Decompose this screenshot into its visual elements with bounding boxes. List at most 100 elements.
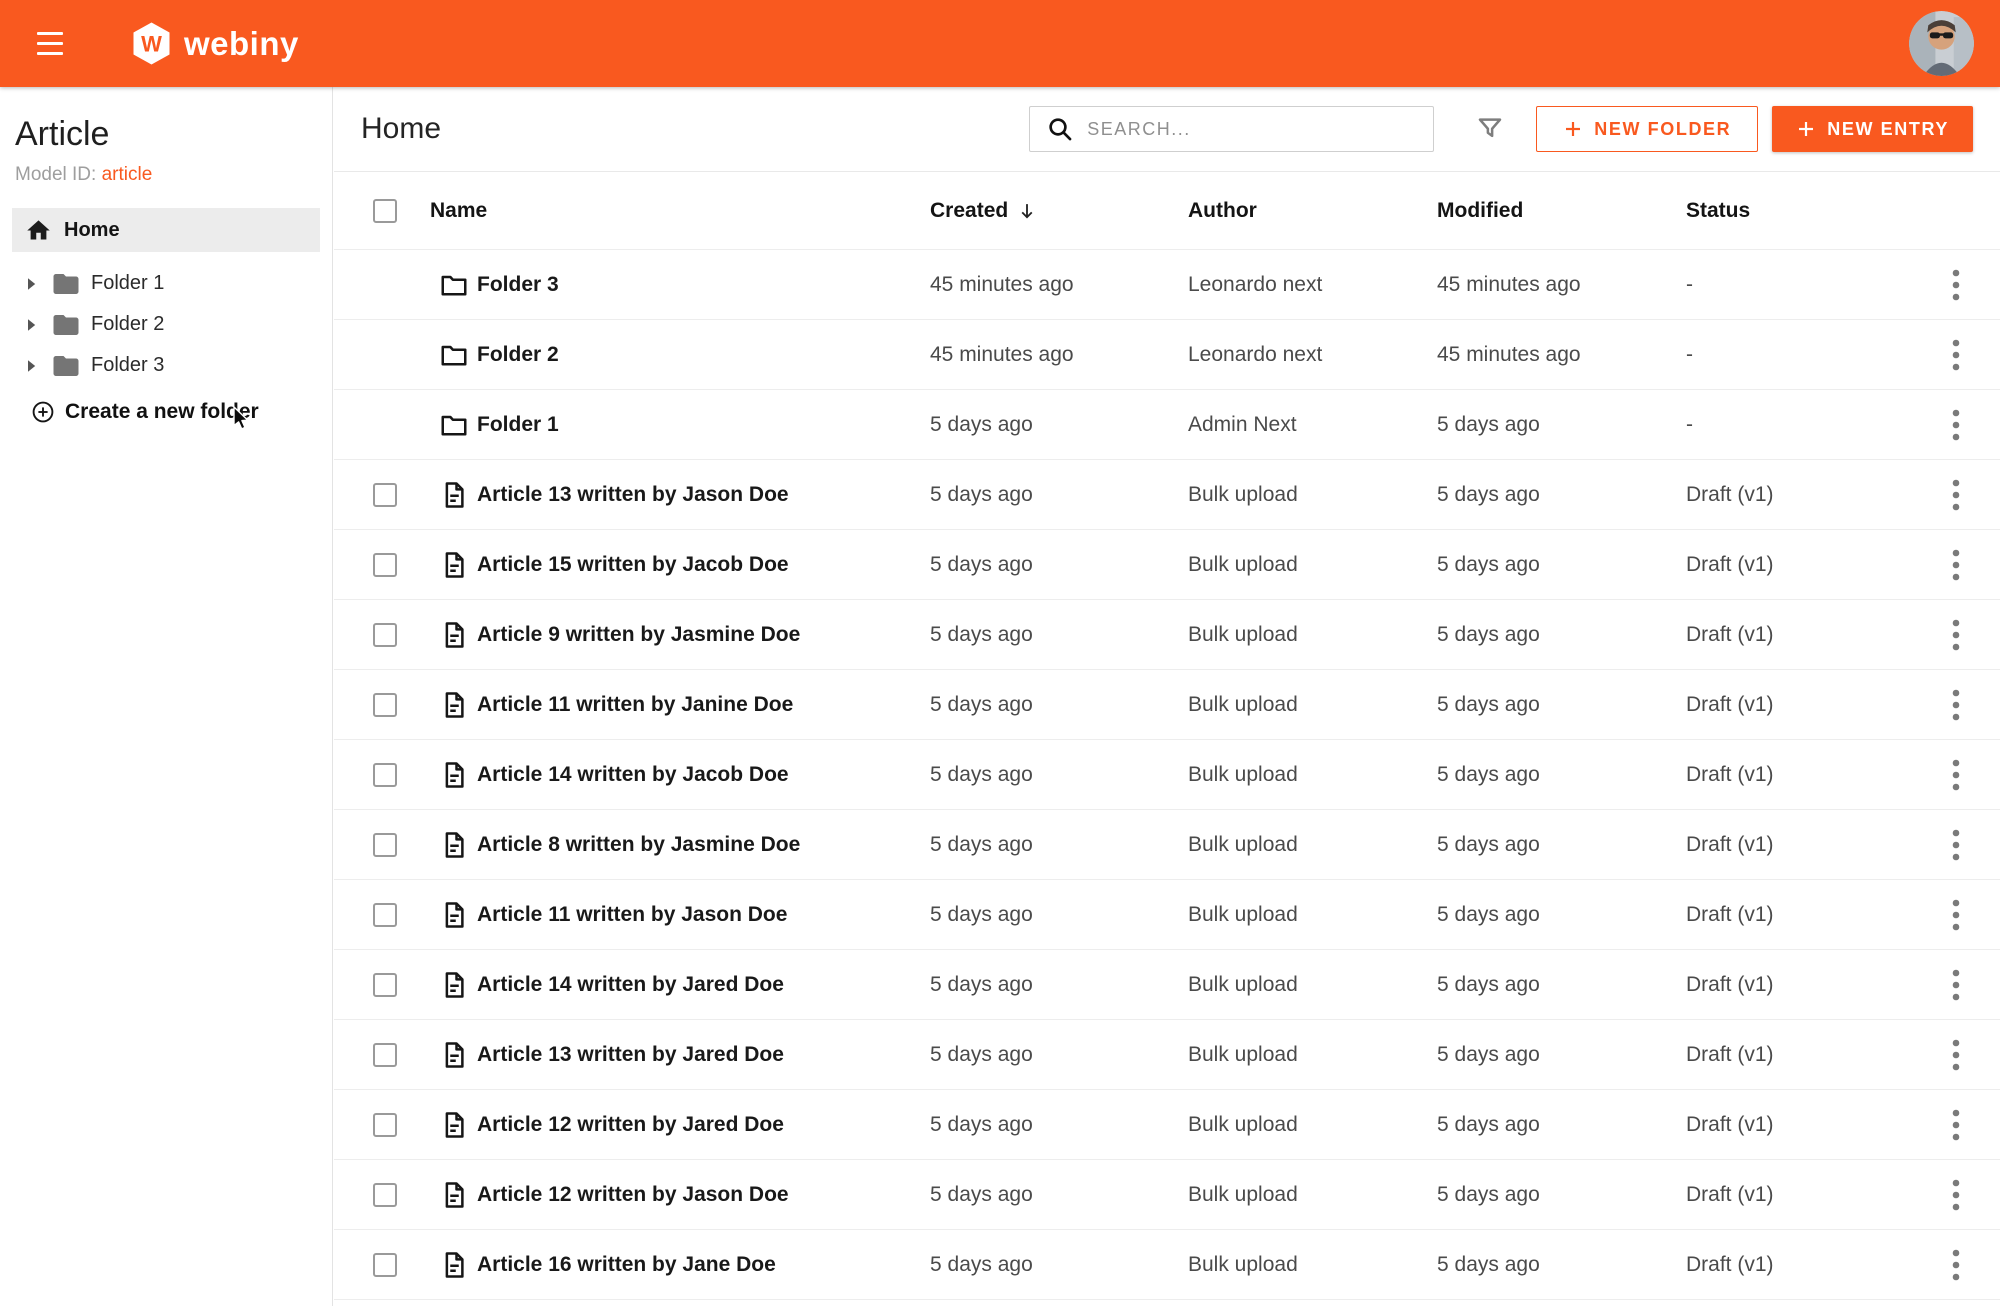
row-actions-kebab-icon[interactable] (1946, 1032, 1966, 1078)
user-avatar[interactable] (1909, 11, 1974, 76)
row-actions-kebab-icon[interactable] (1946, 1102, 1966, 1148)
row-actions-kebab-icon[interactable] (1946, 472, 1966, 518)
row-author: Bulk upload (1188, 483, 1437, 507)
row-checkbox[interactable] (373, 763, 397, 787)
row-checkbox[interactable] (373, 1183, 397, 1207)
column-header-author[interactable]: Author (1188, 199, 1437, 223)
row-status: Draft (v1) (1686, 693, 1946, 717)
row-author: Bulk upload (1188, 1183, 1437, 1207)
table-row[interactable]: Folder 2 45 minutes ago Leonardo next 45… (334, 320, 2000, 390)
folder-icon (439, 410, 469, 440)
row-actions-kebab-icon[interactable] (1946, 612, 1966, 658)
column-header-name[interactable]: Name (430, 199, 930, 223)
row-checkbox[interactable] (373, 483, 397, 507)
row-name: Article 12 written by Jason Doe (477, 1183, 930, 1207)
row-actions-kebab-icon[interactable] (1946, 962, 1966, 1008)
row-actions-kebab-icon[interactable] (1946, 752, 1966, 798)
table-row[interactable]: Article 12 written by Jared Doe 5 days a… (334, 1090, 2000, 1160)
row-modified: 5 days ago (1437, 1253, 1686, 1277)
row-actions-kebab-icon[interactable] (1946, 1242, 1966, 1288)
row-status: Draft (v1) (1686, 1253, 1946, 1277)
column-header-status[interactable]: Status (1686, 199, 1946, 223)
row-checkbox[interactable] (373, 973, 397, 997)
folder-filled-icon (51, 269, 81, 299)
table-row[interactable]: Folder 1 5 days ago Admin Next 5 days ag… (334, 390, 2000, 460)
row-status: Draft (v1) (1686, 1183, 1946, 1207)
table-row[interactable]: Article 14 written by Jacob Doe 5 days a… (334, 740, 2000, 810)
row-checkbox[interactable] (373, 553, 397, 577)
row-name: Folder 2 (477, 343, 930, 367)
chevron-right-icon[interactable] (26, 318, 37, 332)
document-icon (439, 1040, 469, 1070)
row-author: Bulk upload (1188, 1043, 1437, 1067)
table-row[interactable]: Article 8 written by Jasmine Doe 5 days … (334, 810, 2000, 880)
row-actions-kebab-icon[interactable] (1946, 542, 1966, 588)
row-modified: 5 days ago (1437, 693, 1686, 717)
row-name: Article 14 written by Jacob Doe (477, 763, 930, 787)
row-checkbox[interactable] (373, 833, 397, 857)
brand-wordmark: webiny (184, 25, 299, 63)
create-folder-button[interactable]: Create a new folder (31, 400, 259, 424)
new-folder-button[interactable]: NEW FOLDER (1536, 106, 1758, 152)
select-all-checkbox[interactable] (373, 199, 397, 223)
row-actions-kebab-icon[interactable] (1946, 402, 1966, 448)
row-actions-kebab-icon[interactable] (1946, 822, 1966, 868)
row-created: 5 days ago (930, 763, 1188, 787)
row-checkbox[interactable] (373, 903, 397, 927)
row-actions-kebab-icon[interactable] (1946, 1172, 1966, 1218)
folder-filled-icon (51, 351, 81, 381)
row-actions-kebab-icon[interactable] (1946, 892, 1966, 938)
table-row[interactable]: Folder 3 45 minutes ago Leonardo next 45… (334, 250, 2000, 320)
row-modified: 5 days ago (1437, 623, 1686, 647)
breadcrumb-title: Home (361, 112, 441, 146)
table-row[interactable]: Article 9 written by Jasmine Doe 5 days … (334, 600, 2000, 670)
row-checkbox[interactable] (373, 693, 397, 717)
row-checkbox[interactable] (373, 1043, 397, 1067)
row-checkbox[interactable] (373, 1113, 397, 1137)
sidebar-item-folder[interactable]: Folder 1 (0, 263, 332, 304)
row-actions-kebab-icon[interactable] (1946, 332, 1966, 378)
svg-text:W: W (141, 32, 162, 57)
sidebar-item-folder[interactable]: Folder 3 (0, 345, 332, 386)
row-author: Bulk upload (1188, 1113, 1437, 1137)
row-author: Leonardo next (1188, 343, 1437, 367)
table-row[interactable]: Article 13 written by Jared Doe 5 days a… (334, 1020, 2000, 1090)
column-header-modified[interactable]: Modified (1437, 199, 1686, 223)
table-row[interactable]: Article 11 written by Jason Doe 5 days a… (334, 880, 2000, 950)
document-icon (439, 900, 469, 930)
table-row[interactable]: Article 12 written by Jason Doe 5 days a… (334, 1160, 2000, 1230)
document-icon (439, 690, 469, 720)
table-row[interactable]: Article 13 written by Jason Doe 5 days a… (334, 460, 2000, 530)
sidebar-item-home[interactable]: Home (12, 208, 320, 252)
chevron-right-icon[interactable] (26, 359, 37, 373)
row-modified: 5 days ago (1437, 483, 1686, 507)
row-modified: 5 days ago (1437, 903, 1686, 927)
document-icon (439, 830, 469, 860)
funnel-icon (1475, 114, 1505, 144)
row-name: Article 15 written by Jacob Doe (477, 553, 930, 577)
table-row[interactable]: Article 16 written by Jane Doe 5 days ag… (334, 1230, 2000, 1300)
model-id: Model ID: article (15, 164, 332, 186)
new-entry-button[interactable]: NEW ENTRY (1772, 106, 1973, 152)
column-header-created[interactable]: Created (930, 199, 1188, 223)
chevron-right-icon[interactable] (26, 277, 37, 291)
table-row[interactable]: Article 14 written by Jared Doe 5 days a… (334, 950, 2000, 1020)
row-checkbox[interactable] (373, 1253, 397, 1277)
menu-icon[interactable] (37, 22, 81, 66)
search-input[interactable] (1087, 119, 1419, 140)
row-status: Draft (v1) (1686, 553, 1946, 577)
user-photo-icon (1909, 11, 1974, 76)
sidebar-item-folder[interactable]: Folder 2 (0, 304, 332, 345)
content-area: Home NEW FOLDER NEW ENT (334, 87, 2000, 1306)
row-checkbox[interactable] (373, 623, 397, 647)
table-row[interactable]: Article 11 written by Janine Doe 5 days … (334, 670, 2000, 740)
plus-icon (1796, 119, 1816, 139)
row-modified: 45 minutes ago (1437, 343, 1686, 367)
document-icon (439, 620, 469, 650)
row-author: Admin Next (1188, 413, 1437, 437)
filter-button[interactable] (1471, 110, 1509, 148)
model-id-label: Model ID: (15, 164, 96, 185)
table-row[interactable]: Article 15 written by Jacob Doe 5 days a… (334, 530, 2000, 600)
row-actions-kebab-icon[interactable] (1946, 682, 1966, 728)
row-actions-kebab-icon[interactable] (1946, 262, 1966, 308)
